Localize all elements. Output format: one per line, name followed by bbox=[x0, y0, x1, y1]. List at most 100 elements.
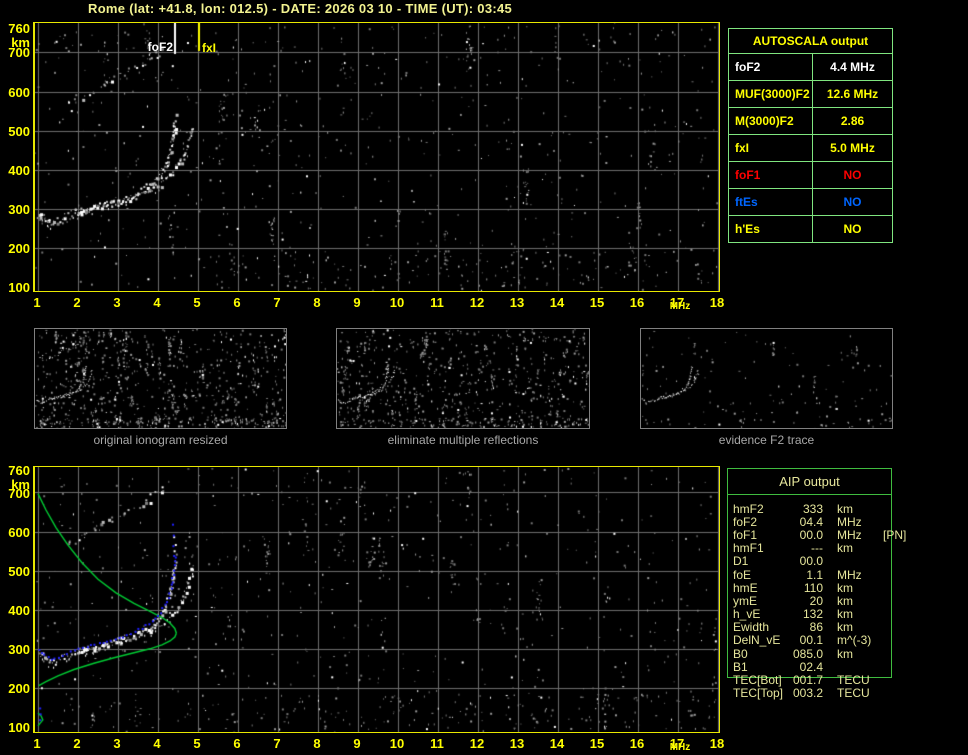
y-tick: 300 bbox=[8, 642, 30, 657]
autoscala-param-label: foF2 bbox=[729, 54, 813, 80]
y-tick: 500 bbox=[8, 124, 30, 139]
aip-param-unit: km bbox=[837, 646, 853, 661]
x-tick: 6 bbox=[233, 736, 241, 751]
aip-param-value: 02.4 bbox=[799, 659, 823, 674]
y-tick: 400 bbox=[8, 603, 30, 618]
aip-row: B0 085.0 km bbox=[733, 646, 933, 661]
aip-param-label: D1 bbox=[733, 554, 749, 569]
aip-param-label: ymE bbox=[733, 593, 757, 608]
y-tick: 100 bbox=[8, 280, 30, 295]
autoscala-param-value: 4.4 MHz bbox=[830, 60, 875, 74]
autoscala-param-label: h'Es bbox=[729, 216, 813, 242]
aip-row: h_vE 132 km bbox=[733, 607, 933, 622]
fof2-marker-label: foF2 bbox=[147, 40, 173, 54]
autoscala-row: foF2 4.4 MHz bbox=[729, 53, 892, 80]
aip-param-value: 333 bbox=[802, 501, 823, 516]
y-tick: 100 bbox=[8, 720, 30, 735]
aip-param-unit: km bbox=[837, 593, 853, 608]
thumbnail-eliminate-reflections bbox=[336, 328, 590, 429]
aip-row: Ewidth 86 km bbox=[733, 620, 933, 635]
fxi-marker-label: fxI bbox=[202, 41, 217, 55]
aip-row: DelN_vE 00.1 m^(-3) bbox=[733, 633, 933, 648]
x-tick: 8 bbox=[313, 295, 321, 310]
aip-param-label: foF2 bbox=[733, 514, 758, 529]
x-tick: 2 bbox=[73, 295, 81, 310]
aip-param-value: 1.1 bbox=[806, 567, 823, 582]
aip-param-label: h_vE bbox=[733, 607, 761, 622]
thumbnail-caption-original: original ionogram resized bbox=[93, 433, 228, 447]
x-tick: 5 bbox=[193, 736, 201, 751]
autoscala-row: h'Es NO bbox=[729, 215, 892, 242]
x-tick: 13 bbox=[509, 736, 525, 751]
x-tick: 14 bbox=[549, 736, 565, 751]
aip-param-value: 132 bbox=[802, 607, 823, 622]
ionogram-plot-bottom bbox=[33, 466, 720, 733]
aip-row: foF2 04.4 MHz bbox=[733, 514, 933, 529]
x-tick: 6 bbox=[233, 295, 241, 310]
x-tick: 4 bbox=[153, 295, 161, 310]
autoscala-param-label: MUF(3000)F2 bbox=[729, 81, 813, 107]
autoscala-param-label: M(3000)F2 bbox=[729, 108, 813, 134]
aip-param-unit: km bbox=[837, 541, 853, 556]
aip-param-label: foF1 bbox=[733, 527, 758, 542]
x-tick: 10 bbox=[389, 736, 405, 751]
x-axis-unit: MHz bbox=[669, 742, 691, 753]
x-tick: 12 bbox=[469, 736, 485, 751]
x-tick: 5 bbox=[193, 295, 201, 310]
y-tick: 500 bbox=[8, 564, 30, 579]
y-tick: 700 bbox=[8, 45, 30, 60]
aip-row: hmE 110 km bbox=[733, 581, 933, 595]
y-tick: 760 bbox=[8, 21, 30, 36]
aip-table-title: AIP output bbox=[728, 469, 891, 495]
autoscala-row: MUF(3000)F2 12.6 MHz bbox=[729, 80, 892, 107]
aip-param-unit: TECU bbox=[837, 686, 870, 701]
autoscala-param-label: fxI bbox=[729, 135, 813, 161]
aip-param-label: Ewidth bbox=[733, 620, 770, 635]
x-tick: 15 bbox=[589, 295, 605, 310]
aip-param-unit: MHz bbox=[837, 567, 862, 582]
aip-param-unit: km bbox=[837, 501, 853, 516]
x-tick: 16 bbox=[629, 736, 645, 751]
x-tick: 7 bbox=[273, 736, 281, 751]
autoscala-param-value: NO bbox=[843, 195, 862, 209]
aip-row: ymE 20 km bbox=[733, 593, 933, 608]
thumbnail-canvas-original bbox=[35, 329, 286, 428]
aip-param-label: hmF1 bbox=[733, 541, 764, 556]
ionogram-plot-top: foF2 fxI bbox=[33, 22, 720, 292]
x-tick: 13 bbox=[509, 295, 525, 310]
aip-param-value: 00.0 bbox=[799, 554, 823, 569]
autoscala-row: ftEs NO bbox=[729, 188, 892, 215]
autoscala-param-value: NO bbox=[843, 222, 862, 236]
page-title: Rome (lat: +41.8, lon: 012.5) - DATE: 20… bbox=[88, 1, 513, 16]
aip-param-unit: m^(-3) bbox=[837, 633, 872, 648]
autoscala-param-value: 2.86 bbox=[840, 114, 865, 128]
thumbnail-caption-eliminate: eliminate multiple reflections bbox=[387, 433, 539, 447]
x-tick: 10 bbox=[389, 295, 405, 310]
aip-row: D1 00.0 bbox=[733, 554, 933, 569]
aip-param-label: TEC[Top] bbox=[733, 686, 784, 701]
autoscala-param-value: 12.6 MHz bbox=[826, 87, 879, 101]
ionogram-canvas-top bbox=[35, 23, 719, 291]
x-tick: 2 bbox=[73, 736, 81, 751]
aip-param-extra: [PN] bbox=[883, 527, 907, 542]
x-tick: 14 bbox=[549, 295, 565, 310]
x-tick: 1 bbox=[33, 295, 41, 310]
aip-param-value: 20 bbox=[809, 593, 823, 608]
x-tick: 3 bbox=[113, 295, 121, 310]
autoscala-output-table: AUTOSCALA output foF2 4.4 MHz MUF(3000)F2 1… bbox=[728, 28, 893, 243]
x-tick: 9 bbox=[353, 295, 361, 310]
aip-param-value: --- bbox=[811, 541, 823, 556]
x-tick: 3 bbox=[113, 736, 121, 751]
y-tick: 200 bbox=[8, 241, 30, 256]
aip-param-unit: TECU bbox=[837, 673, 870, 688]
aip-param-unit: km bbox=[837, 607, 853, 622]
x-tick: 18 bbox=[709, 736, 725, 751]
aip-param-unit: km bbox=[837, 620, 853, 635]
aip-row: hmF1 --- km bbox=[733, 541, 933, 556]
aip-param-value: 003.2 bbox=[792, 686, 823, 701]
autoscala-table-rows: foF2 4.4 MHz MUF(3000)F2 12.6 MHz M(3000)F2 2… bbox=[729, 53, 892, 242]
y-tick: 400 bbox=[8, 163, 30, 178]
autoscala-table-title: AUTOSCALA output bbox=[752, 34, 869, 48]
aip-param-label: DelN_vE bbox=[733, 633, 781, 648]
aip-row: TEC[Top] 003.2 TECU bbox=[733, 686, 933, 701]
